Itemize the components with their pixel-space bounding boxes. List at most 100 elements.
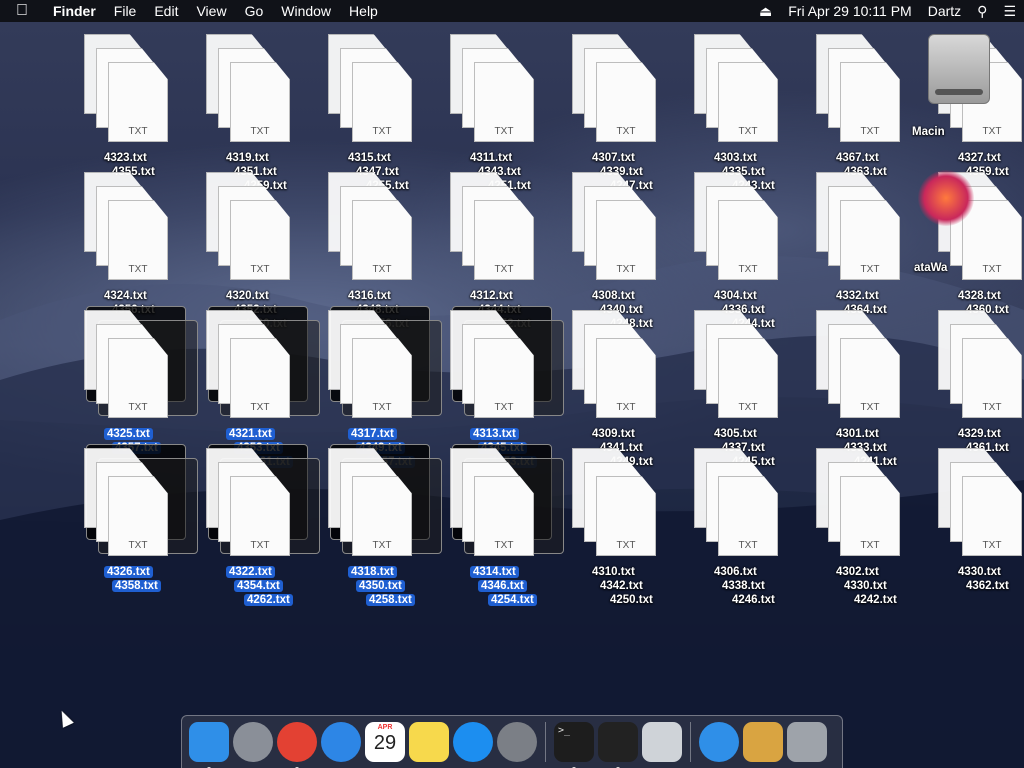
- menu-app-finder[interactable]: Finder: [44, 0, 105, 22]
- dock-system-preferences-icon[interactable]: [497, 722, 537, 762]
- text-file-icon[interactable]: TXT: [718, 338, 778, 418]
- file-name-label[interactable]: 4311.txt: [470, 152, 512, 164]
- text-file-icon[interactable]: TXT: [474, 476, 534, 556]
- file-stack[interactable]: TXT4325.txt4357.txt: [74, 306, 198, 454]
- file-name-label[interactable]: 4342.txt: [600, 580, 643, 592]
- file-name-label[interactable]: 4254.txt: [488, 594, 537, 606]
- menu-go[interactable]: Go: [236, 0, 273, 22]
- file-name-label[interactable]: 4319.txt: [226, 152, 269, 164]
- file-name-label[interactable]: 4323.txt: [104, 152, 147, 164]
- text-file-icon[interactable]: TXT: [718, 200, 778, 280]
- file-stack[interactable]: TXT 4308.txt 4340.txt 4248.txt: [562, 172, 672, 330]
- menu-view[interactable]: View: [187, 0, 235, 22]
- dock-archive-utility-icon[interactable]: [743, 722, 783, 762]
- text-file-icon[interactable]: TXT: [352, 200, 412, 280]
- file-stack[interactable]: TXT 4307.txt 4339.txt 4247.txt: [562, 34, 672, 192]
- menu-file[interactable]: File: [105, 0, 146, 22]
- text-file-icon[interactable]: TXT: [230, 200, 290, 280]
- text-file-icon[interactable]: TXT: [962, 338, 1022, 418]
- text-file-icon[interactable]: TXT: [108, 338, 168, 418]
- text-file-icon[interactable]: TXT: [718, 62, 778, 142]
- file-name-label[interactable]: 4315.txt: [348, 152, 391, 164]
- text-file-icon[interactable]: TXT: [474, 200, 534, 280]
- dock-network-utility-icon[interactable]: [642, 722, 682, 762]
- app-label[interactable]: ataWa: [914, 262, 947, 274]
- file-stack[interactable]: TXT4313.txt4345.txt4253.txt: [440, 306, 564, 468]
- file-name-label[interactable]: 4324.txt: [104, 290, 147, 302]
- file-stack[interactable]: TXT 4315.txt 4347.txt 4255.txt: [318, 34, 428, 192]
- file-name-label[interactable]: 4321.txt: [226, 428, 275, 440]
- eject-icon[interactable]: ⏏: [751, 0, 780, 22]
- text-file-icon[interactable]: TXT: [840, 62, 900, 142]
- file-name-label[interactable]: 4330.txt: [958, 566, 1001, 578]
- file-stack[interactable]: TXT 4367.txt 4363.txt: [806, 34, 916, 178]
- app-icon[interactable]: [918, 170, 974, 226]
- file-stack[interactable]: TXT 4305.txt 4337.txt 4245.txt: [684, 310, 794, 468]
- file-name-label[interactable]: 4242.txt: [854, 594, 897, 606]
- file-stack[interactable]: TXT 4330.txt 4362.txt: [928, 448, 1024, 592]
- menu-help[interactable]: Help: [340, 0, 387, 22]
- text-file-icon[interactable]: TXT: [840, 338, 900, 418]
- file-stack[interactable]: TXT 4314.txt 4346.txt 4254.txt: [440, 444, 564, 606]
- dock-app-store-icon[interactable]: [453, 722, 493, 762]
- file-name-label[interactable]: 4313.txt: [470, 428, 519, 440]
- text-file-icon[interactable]: TXT: [596, 62, 656, 142]
- dock-safari-icon[interactable]: [321, 722, 361, 762]
- file-name-label[interactable]: 4309.txt: [592, 428, 635, 440]
- file-name-label[interactable]: 4350.txt: [356, 580, 405, 592]
- file-name-label[interactable]: 4367.txt: [836, 152, 879, 164]
- file-name-label[interactable]: 4301.txt: [836, 428, 879, 440]
- text-file-icon[interactable]: TXT: [596, 338, 656, 418]
- file-stack[interactable]: TXT 4309.txt 4341.txt 4249.txt: [562, 310, 672, 468]
- file-name-label[interactable]: 4306.txt: [714, 566, 757, 578]
- dock-notes-icon[interactable]: [409, 722, 449, 762]
- file-name-label[interactable]: 4316.txt: [348, 290, 391, 302]
- file-stack[interactable]: TXT 4311.txt 4343.txt 4251.txt: [440, 34, 550, 192]
- file-stack[interactable]: TXT 4304.txt 4336.txt 4244.txt: [684, 172, 794, 330]
- file-name-label[interactable]: 4250.txt: [610, 594, 653, 606]
- text-file-icon[interactable]: TXT: [108, 62, 168, 142]
- file-stack[interactable]: TXT4312.txt4344.txt4252.txt: [440, 172, 550, 330]
- file-name-label[interactable]: 4330.txt: [844, 580, 887, 592]
- file-name-label[interactable]: 4327.txt: [958, 152, 1001, 164]
- dock-app-store-downloads-icon[interactable]: [699, 722, 739, 762]
- text-file-icon[interactable]: TXT: [108, 200, 168, 280]
- file-name-label[interactable]: 4317.txt: [348, 428, 397, 440]
- file-stack[interactable]: TXT 4306.txt 4338.txt 4246.txt: [684, 448, 794, 606]
- file-stack[interactable]: TXT 4301.txt 4333.txt 4241.txt: [806, 310, 916, 468]
- menu-window[interactable]: Window: [272, 0, 340, 22]
- file-stack[interactable]: TXT4324.txt4356.txt: [74, 172, 184, 316]
- file-name-label[interactable]: 4329.txt: [958, 428, 1001, 440]
- file-stack[interactable]: TXT 4318.txt 4350.txt 4258.txt: [318, 444, 442, 606]
- text-file-icon[interactable]: TXT: [230, 62, 290, 142]
- file-stack[interactable]: TXT 4326.txt 4358.txt: [74, 444, 198, 592]
- user-menu[interactable]: Dartz: [920, 0, 969, 22]
- dock-calendar-icon[interactable]: APR 29: [365, 722, 405, 762]
- text-file-icon[interactable]: TXT: [474, 338, 534, 418]
- file-name-label[interactable]: 4320.txt: [226, 290, 269, 302]
- file-name-label[interactable]: 4314.txt: [470, 566, 519, 578]
- text-file-icon[interactable]: TXT: [108, 476, 168, 556]
- file-stack[interactable]: TXT4320.txt4352.txt4260.txt: [196, 172, 306, 330]
- text-file-icon[interactable]: TXT: [352, 338, 412, 418]
- file-name-label[interactable]: 4305.txt: [714, 428, 757, 440]
- text-file-icon[interactable]: TXT: [962, 476, 1022, 556]
- apple-menu-icon[interactable]: : [0, 2, 44, 20]
- text-file-icon[interactable]: TXT: [840, 476, 900, 556]
- text-file-icon[interactable]: TXT: [840, 200, 900, 280]
- text-file-icon[interactable]: TXT: [230, 338, 290, 418]
- dock-trash-icon[interactable]: [787, 722, 827, 762]
- file-name-label[interactable]: 4302.txt: [836, 566, 879, 578]
- file-name-label[interactable]: 4246.txt: [732, 594, 775, 606]
- file-stack[interactable]: TXT 4319.txt 4351.txt 4259.txt: [196, 34, 306, 192]
- file-name-label[interactable]: 4258.txt: [366, 594, 415, 606]
- dock-launchpad-icon[interactable]: [233, 722, 273, 762]
- dock-finder-icon[interactable]: [189, 722, 229, 768]
- file-name-label[interactable]: 4354.txt: [234, 580, 283, 592]
- file-name-label[interactable]: 4318.txt: [348, 566, 397, 578]
- file-name-label[interactable]: 4325.txt: [104, 428, 153, 440]
- file-name-label[interactable]: 4346.txt: [478, 580, 527, 592]
- text-file-icon[interactable]: TXT: [230, 476, 290, 556]
- hard-disk-icon[interactable]: [928, 34, 990, 104]
- file-stack[interactable]: TXT 4323.txt 4355.txt: [74, 34, 184, 178]
